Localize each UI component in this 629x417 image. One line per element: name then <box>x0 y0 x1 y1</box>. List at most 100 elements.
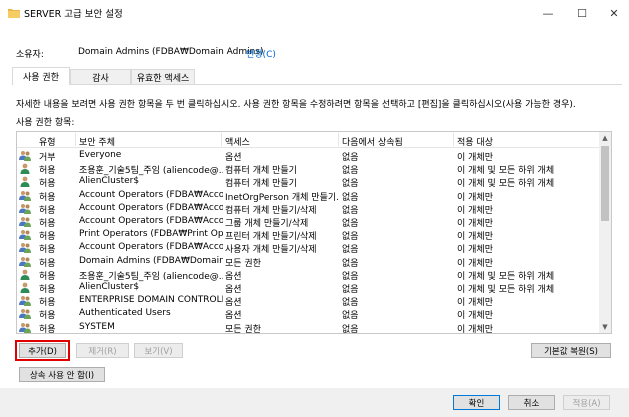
principal-cell: AlienCluster$ <box>79 282 140 292</box>
principal-cell: 조용훈_기술5팀_주임 (aliencode@... <box>79 166 223 177</box>
inherited-from-cell: 없음 <box>342 298 359 309</box>
type-cell: 허용 <box>39 324 56 334</box>
access-cell: 옵션 <box>225 311 242 322</box>
owner-label: 소유자: <box>16 50 44 60</box>
type-cell: 허용 <box>39 179 56 190</box>
column-header-type[interactable]: 유형 <box>39 135 56 148</box>
group-icon <box>19 229 31 241</box>
permission-entries-label: 사용 권한 항목: <box>16 118 75 128</box>
scroll-up-arrow-icon[interactable]: ▲ <box>599 132 611 144</box>
group-icon <box>19 216 31 227</box>
scroll-down-arrow-icon[interactable]: ▼ <box>599 321 611 333</box>
applies-to-cell: 이 개체만 <box>457 324 493 334</box>
access-cell: 컴퓨터 개체 만들기/삭제 <box>225 205 317 216</box>
table-row[interactable]: 허용 Authenticated Users 옵션 없음 이 개체만 <box>17 307 599 322</box>
table-row[interactable]: 허용 Account Operators (FDBA₩Accou... 컴퓨터 개체… <box>17 202 599 216</box>
principal-cell: Authenticated Users <box>79 308 171 319</box>
table-row[interactable]: 허용 조용훈_기술5팀_주임 (aliencode@... 옵션 없음 이 개체 및 모… <box>17 268 599 282</box>
apply-button[interactable]: 적용(A) <box>563 395 610 410</box>
applies-to-cell: 이 개체만 <box>457 205 493 216</box>
column-divider[interactable] <box>453 133 454 146</box>
access-cell: 사용자 개체 만들기/삭제 <box>225 245 317 256</box>
inherited-from-cell: 없음 <box>342 153 359 163</box>
type-cell: 허용 <box>39 192 56 203</box>
column-divider[interactable] <box>221 133 222 146</box>
user-icon <box>19 176 31 188</box>
table-row[interactable]: 허용 AlienCluster$ 컴퓨터 개체 만들기 없음 이 개체 및 모든 하위 … <box>17 175 599 190</box>
column-divider[interactable] <box>338 133 339 146</box>
group-icon <box>19 190 31 201</box>
applies-to-cell: 이 개체만 <box>457 298 493 309</box>
window-title: SERVER 고급 보안 설정 <box>24 9 123 20</box>
inherited-from-cell: 없음 <box>342 271 359 282</box>
folder-icon <box>8 9 20 18</box>
tab-permissions[interactable]: 사용 권한 <box>12 67 70 85</box>
access-cell: 컴퓨터 개체 만들기 <box>225 179 297 190</box>
type-cell: 허용 <box>39 311 56 322</box>
applies-to-cell: 이 개체 및 모든 하위 개체 <box>457 271 555 282</box>
tab-effective-access[interactable]: 유효한 액세스 <box>131 69 195 84</box>
table-row[interactable]: 허용 Account Operators (FDBA₩Accou... 사용자 개체… <box>17 241 599 256</box>
principal-cell: Domain Admins (FDBA₩Domain ... <box>79 255 223 266</box>
table-row[interactable]: 허용 조용훈_기술5팀_주임 (aliencode@... 컴퓨터 개체 만들기 없음… <box>17 162 599 177</box>
applies-to-cell: 이 개체만 <box>457 311 493 322</box>
column-divider[interactable] <box>75 133 76 146</box>
change-owner-link[interactable]: 변경(C) <box>246 47 276 60</box>
table-row[interactable]: 허용 Domain Admins (FDBA₩Domain ... 모든 권한 없음 이… <box>17 255 599 269</box>
inherited-from-cell: 없음 <box>342 166 359 177</box>
type-cell: 거부 <box>39 153 56 163</box>
table-row[interactable]: 허용 Account Operators (FDBA₩Accou... InetOr… <box>17 189 599 203</box>
column-header-access[interactable]: 액세스 <box>225 135 250 148</box>
scrollbar-thumb[interactable] <box>601 146 609 221</box>
inherited-from-cell: 없음 <box>342 258 359 269</box>
restore-defaults-button[interactable]: 기본값 복원(S) <box>531 343 611 358</box>
permission-entries-list[interactable]: 유형 보안 주체 액세스 다음에서 상속됨 적용 대상 거부 Everyone 옵션… <box>16 131 612 334</box>
applies-to-cell: 이 개체만 <box>457 219 493 229</box>
access-cell: 옵션 <box>225 298 242 309</box>
column-header-inherited-from[interactable]: 다음에서 상속됨 <box>342 135 403 148</box>
inherited-from-cell: 없음 <box>342 324 359 334</box>
vertical-scrollbar[interactable]: ▲ ▼ <box>599 132 611 333</box>
view-button[interactable]: 보기(V) <box>134 343 183 358</box>
remove-button[interactable]: 제거(R) <box>76 343 129 358</box>
add-button[interactable]: 추가(D) <box>19 343 66 358</box>
inherited-from-cell: 없음 <box>342 311 359 322</box>
inherited-from-cell: 없음 <box>342 205 359 216</box>
principal-cell: Account Operators (FDBA₩Accou... <box>79 202 223 213</box>
type-cell: 허용 <box>39 205 56 216</box>
tab-auditing[interactable]: 감사 <box>70 69 131 84</box>
group-icon <box>19 295 31 307</box>
table-row[interactable]: 허용 Print Operators (FDBA₩Print Oper...프린터… <box>17 228 599 243</box>
principal-cell: Account Operators (FDBA₩Accou... <box>79 189 223 200</box>
group-icon <box>19 256 31 267</box>
type-cell: 허용 <box>39 166 56 177</box>
table-row[interactable]: 허용 ENTERPRISE DOMAIN CONTROLL... 옵션 없음 이 개체만 <box>17 294 599 309</box>
access-cell: 옵션 <box>225 271 242 282</box>
column-header-principal[interactable]: 보안 주체 <box>79 135 115 148</box>
table-row[interactable]: 허용 SYSTEM 모든 권한 없음 이 개체만 <box>17 321 599 334</box>
user-icon <box>19 282 31 293</box>
principal-cell: AlienCluster$ <box>79 176 140 187</box>
user-icon <box>19 163 31 175</box>
access-cell: 모든 권한 <box>225 324 261 334</box>
list-header: 유형 보안 주체 액세스 다음에서 상속됨 적용 대상 <box>17 132 599 148</box>
group-icon <box>19 203 31 214</box>
type-cell: 허용 <box>39 285 56 295</box>
ok-button[interactable]: 확인 <box>453 395 500 410</box>
table-row[interactable]: 허용 Account Operators (FDBA₩Accou... 그룹 개체 … <box>17 215 599 229</box>
table-row[interactable]: 거부 Everyone 옵션 없음 이 개체만 <box>17 149 599 163</box>
access-cell: 컴퓨터 개체 만들기 <box>225 166 297 177</box>
access-cell: 모든 권한 <box>225 258 261 269</box>
principal-cell: SYSTEM <box>79 321 115 332</box>
column-header-applies-to[interactable]: 적용 대상 <box>457 135 493 148</box>
close-button[interactable]: ✕ <box>594 0 629 26</box>
applies-to-cell: 이 개체만 <box>457 258 493 269</box>
inherited-from-cell: 없음 <box>342 179 359 190</box>
table-row[interactable]: 허용 AlienCluster$ 옵션 없음 이 개체 및 모든 하위 개체 <box>17 281 599 295</box>
disable-inheritance-button[interactable]: 상속 사용 안 함(I) <box>19 367 105 382</box>
cancel-button[interactable]: 취소 <box>508 395 555 410</box>
access-cell: InetOrgPerson 개체 만들기... <box>225 192 339 203</box>
applies-to-cell: 이 개체 및 모든 하위 개체 <box>457 166 555 177</box>
principal-cell: Account Operators (FDBA₩Accou... <box>79 242 223 253</box>
inherited-from-cell: 없음 <box>342 232 359 243</box>
